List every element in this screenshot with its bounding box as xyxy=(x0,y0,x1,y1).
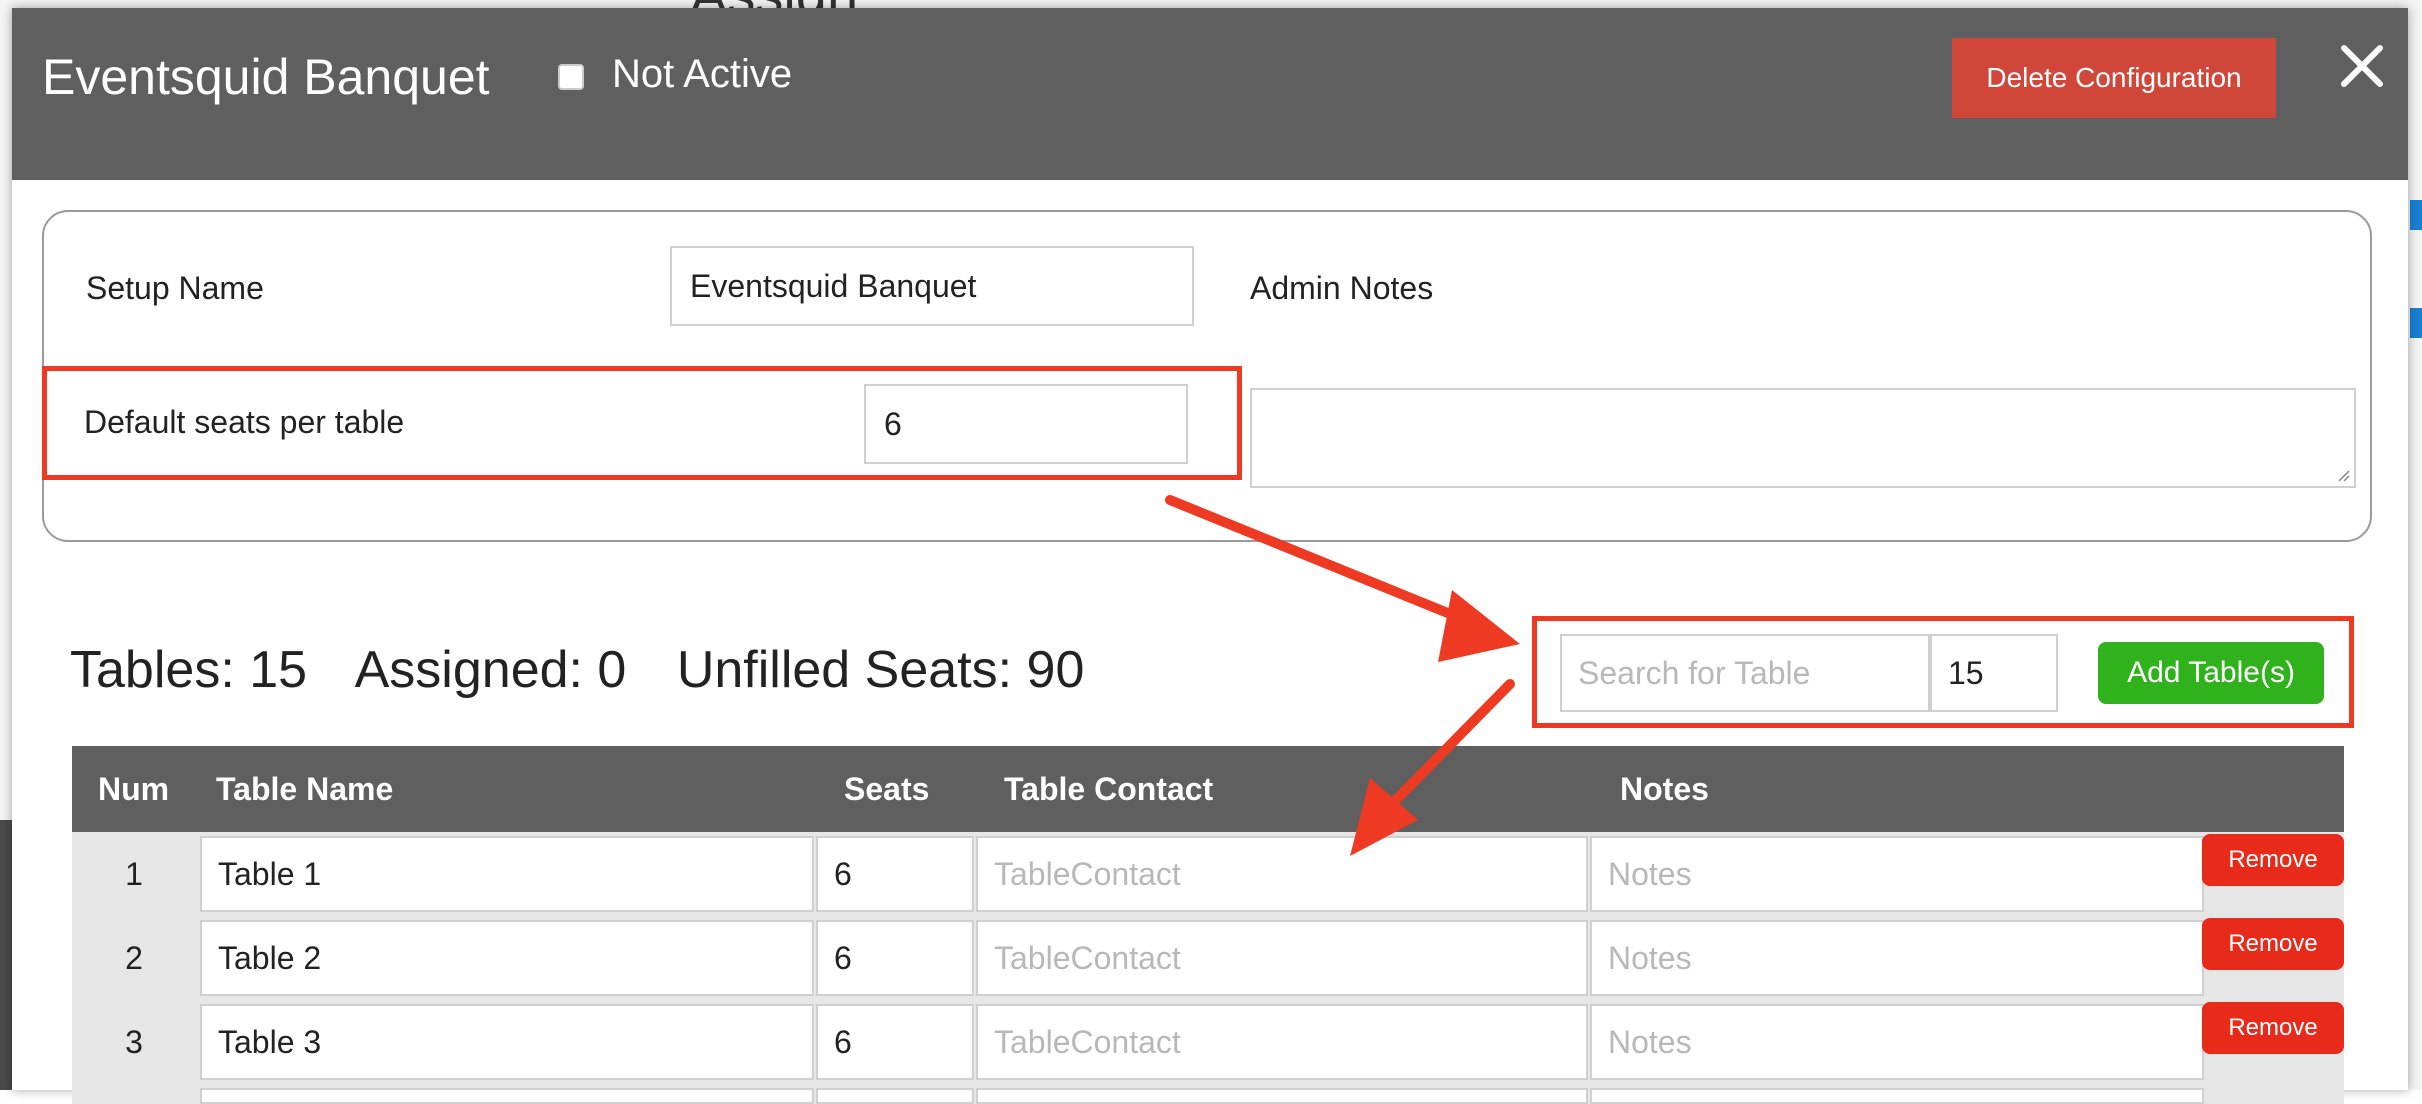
delete-configuration-button[interactable]: Delete Configuration xyxy=(1952,38,2276,118)
table-count-input[interactable]: 15 xyxy=(1930,634,2058,712)
header-seats: Seats xyxy=(844,770,930,807)
close-icon[interactable] xyxy=(2330,34,2394,98)
row-num: 1 xyxy=(125,855,143,892)
setup-panel: Setup Name Eventsquid Banquet Admin Note… xyxy=(42,210,2372,542)
table-contact-input[interactable] xyxy=(976,1088,1588,1104)
table-name-input[interactable]: Table 1 xyxy=(200,836,814,912)
background-dark-strip xyxy=(0,820,12,1090)
remove-button[interactable]: Remove xyxy=(2202,1002,2344,1054)
table-header: Num Table Name Seats Table Contact Notes xyxy=(72,746,2344,832)
modal-title: Eventsquid Banquet xyxy=(42,49,490,105)
not-active-checkbox[interactable] xyxy=(558,64,584,90)
row-num: 3 xyxy=(125,1023,143,1060)
search-table-input[interactable]: Search for Table xyxy=(1560,634,1930,712)
add-tables-button[interactable]: Add Table(s) xyxy=(2098,642,2324,704)
default-seats-label: Default seats per table xyxy=(84,404,405,440)
seats-input[interactable] xyxy=(816,1088,974,1104)
background-blue-tab xyxy=(2410,308,2422,338)
admin-notes-label: Admin Notes xyxy=(1250,270,1434,306)
table-row: 2 Table 2 6 TableContact Notes Remove xyxy=(72,916,2344,1000)
table-stats: Tables: 15 Assigned: 0 Unfilled Seats: 9… xyxy=(70,640,1120,700)
table-name-input[interactable] xyxy=(200,1088,814,1104)
assigned-count: Assigned: 0 xyxy=(354,641,627,699)
table-name-input[interactable]: Table 2 xyxy=(200,920,814,996)
table-row: 3 Table 3 6 TableContact Notes Remove xyxy=(72,1000,2344,1084)
header-table-contact: Table Contact xyxy=(1004,770,1214,807)
remove-button[interactable]: Remove xyxy=(2202,918,2344,970)
notes-input[interactable]: Notes xyxy=(1590,1004,2204,1080)
modal-header: Eventsquid Banquet Not Active Delete Con… xyxy=(12,8,2408,180)
setup-name-label: Setup Name xyxy=(86,270,264,306)
seats-input[interactable]: 6 xyxy=(816,920,974,996)
resize-grip-icon[interactable] xyxy=(2336,468,2350,482)
seats-input[interactable]: 6 xyxy=(816,836,974,912)
seats-input[interactable]: 6 xyxy=(816,1004,974,1080)
tables-count: Tables: 15 xyxy=(70,641,308,699)
default-seats-input[interactable]: 6 xyxy=(864,384,1188,464)
table-row-partial xyxy=(72,1084,2344,1104)
remove-button[interactable]: Remove xyxy=(2202,834,2344,886)
table-row: 1 Table 1 6 TableContact Notes Remove xyxy=(72,832,2344,916)
notes-input[interactable] xyxy=(1590,1088,2204,1104)
header-table-name: Table Name xyxy=(216,770,394,807)
admin-notes-textarea[interactable] xyxy=(1250,388,2356,488)
setup-name-input[interactable]: Eventsquid Banquet xyxy=(670,246,1194,326)
table-contact-input[interactable]: TableContact xyxy=(976,1004,1588,1080)
unfilled-seats-count: Unfilled Seats: 90 xyxy=(676,641,1085,699)
background-blue-tab xyxy=(2410,200,2422,230)
row-num: 2 xyxy=(125,939,143,976)
header-num: Num xyxy=(98,770,170,807)
table-configuration-modal: Eventsquid Banquet Not Active Delete Con… xyxy=(12,8,2408,1104)
table-contact-input[interactable]: TableContact xyxy=(976,920,1588,996)
not-active-label: Not Active xyxy=(612,52,793,96)
notes-input[interactable]: Notes xyxy=(1590,920,2204,996)
notes-input[interactable]: Notes xyxy=(1590,836,2204,912)
table-name-input[interactable]: Table 3 xyxy=(200,1004,814,1080)
header-notes: Notes xyxy=(1620,770,1709,807)
table-contact-input[interactable]: TableContact xyxy=(976,836,1588,912)
